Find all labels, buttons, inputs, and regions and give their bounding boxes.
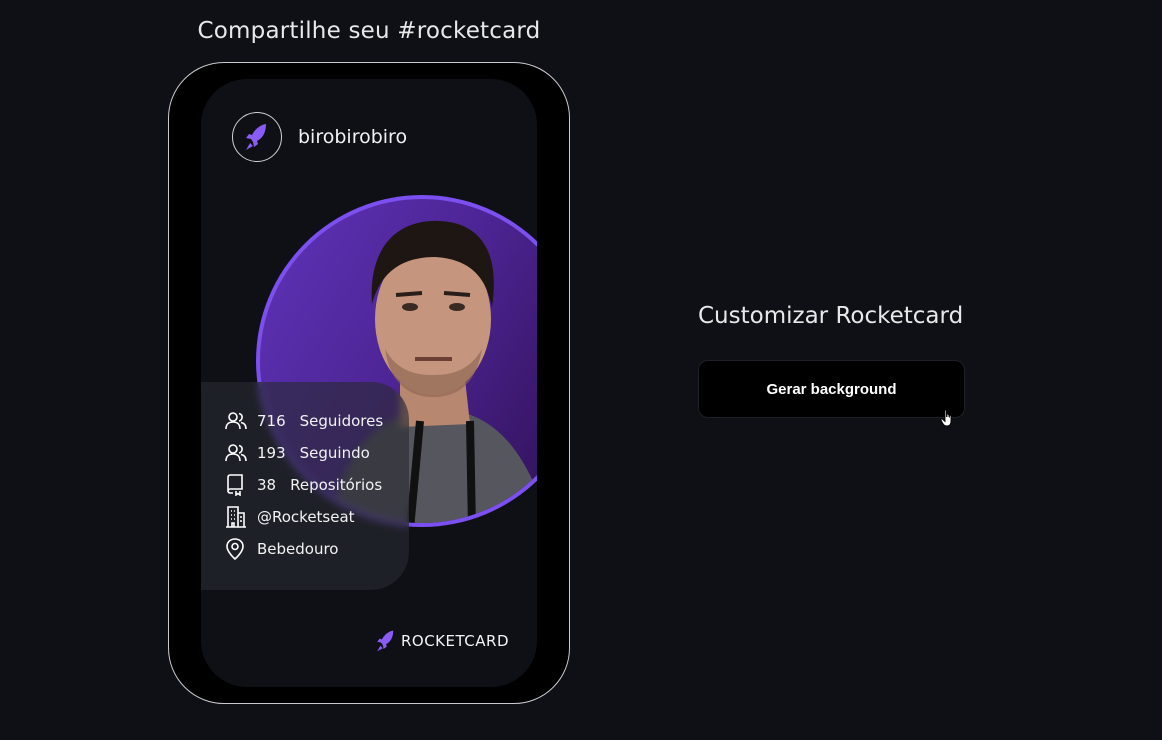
following-label: Seguindo <box>299 444 370 462</box>
book-icon <box>225 474 247 496</box>
username: birobirobiro <box>298 126 408 148</box>
rocket-icon <box>246 124 266 150</box>
followers-count: 716 <box>257 412 286 430</box>
rocket-logo-avatar <box>232 112 282 162</box>
stat-following: 193 Seguindo <box>225 440 370 466</box>
users-icon <box>225 442 247 464</box>
customize-title: Customizar Rocketcard <box>698 303 964 329</box>
generate-background-button[interactable]: Gerar background <box>698 360 965 418</box>
rocket-icon <box>377 630 394 652</box>
following-count: 193 <box>257 444 286 462</box>
location-label: Bebedouro <box>257 540 339 558</box>
followers-label: Seguidores <box>299 412 384 430</box>
stat-followers: 716 Seguidores <box>225 408 383 434</box>
repositories-label: Repositórios <box>290 476 383 494</box>
stats-panel: 716 Seguidores 193 Seguindo 38 Repositór… <box>201 382 409 590</box>
rocketcard: birobirobiro 716 Seguidores 193 Seguindo… <box>201 79 537 687</box>
stat-repositories: 38 Repositórios <box>225 472 382 498</box>
repositories-count: 38 <box>257 476 277 494</box>
stat-company: @Rocketseat <box>225 504 355 530</box>
building-icon <box>225 506 247 528</box>
rocketcard-brand: ROCKETCARD <box>375 629 509 653</box>
stat-location: Bebedouro <box>225 536 339 562</box>
share-title: Compartilhe seu #rocketcard <box>197 18 541 44</box>
brand-label: ROCKETCARD <box>400 632 509 650</box>
page: Compartilhe seu #rocketcard birobirobiro <box>0 0 1162 740</box>
map-pin-icon <box>225 538 247 560</box>
company-label: @Rocketseat <box>257 508 355 526</box>
hand-cursor-icon <box>940 409 956 431</box>
user-row: birobirobiro <box>232 112 407 162</box>
users-icon <box>225 410 247 432</box>
